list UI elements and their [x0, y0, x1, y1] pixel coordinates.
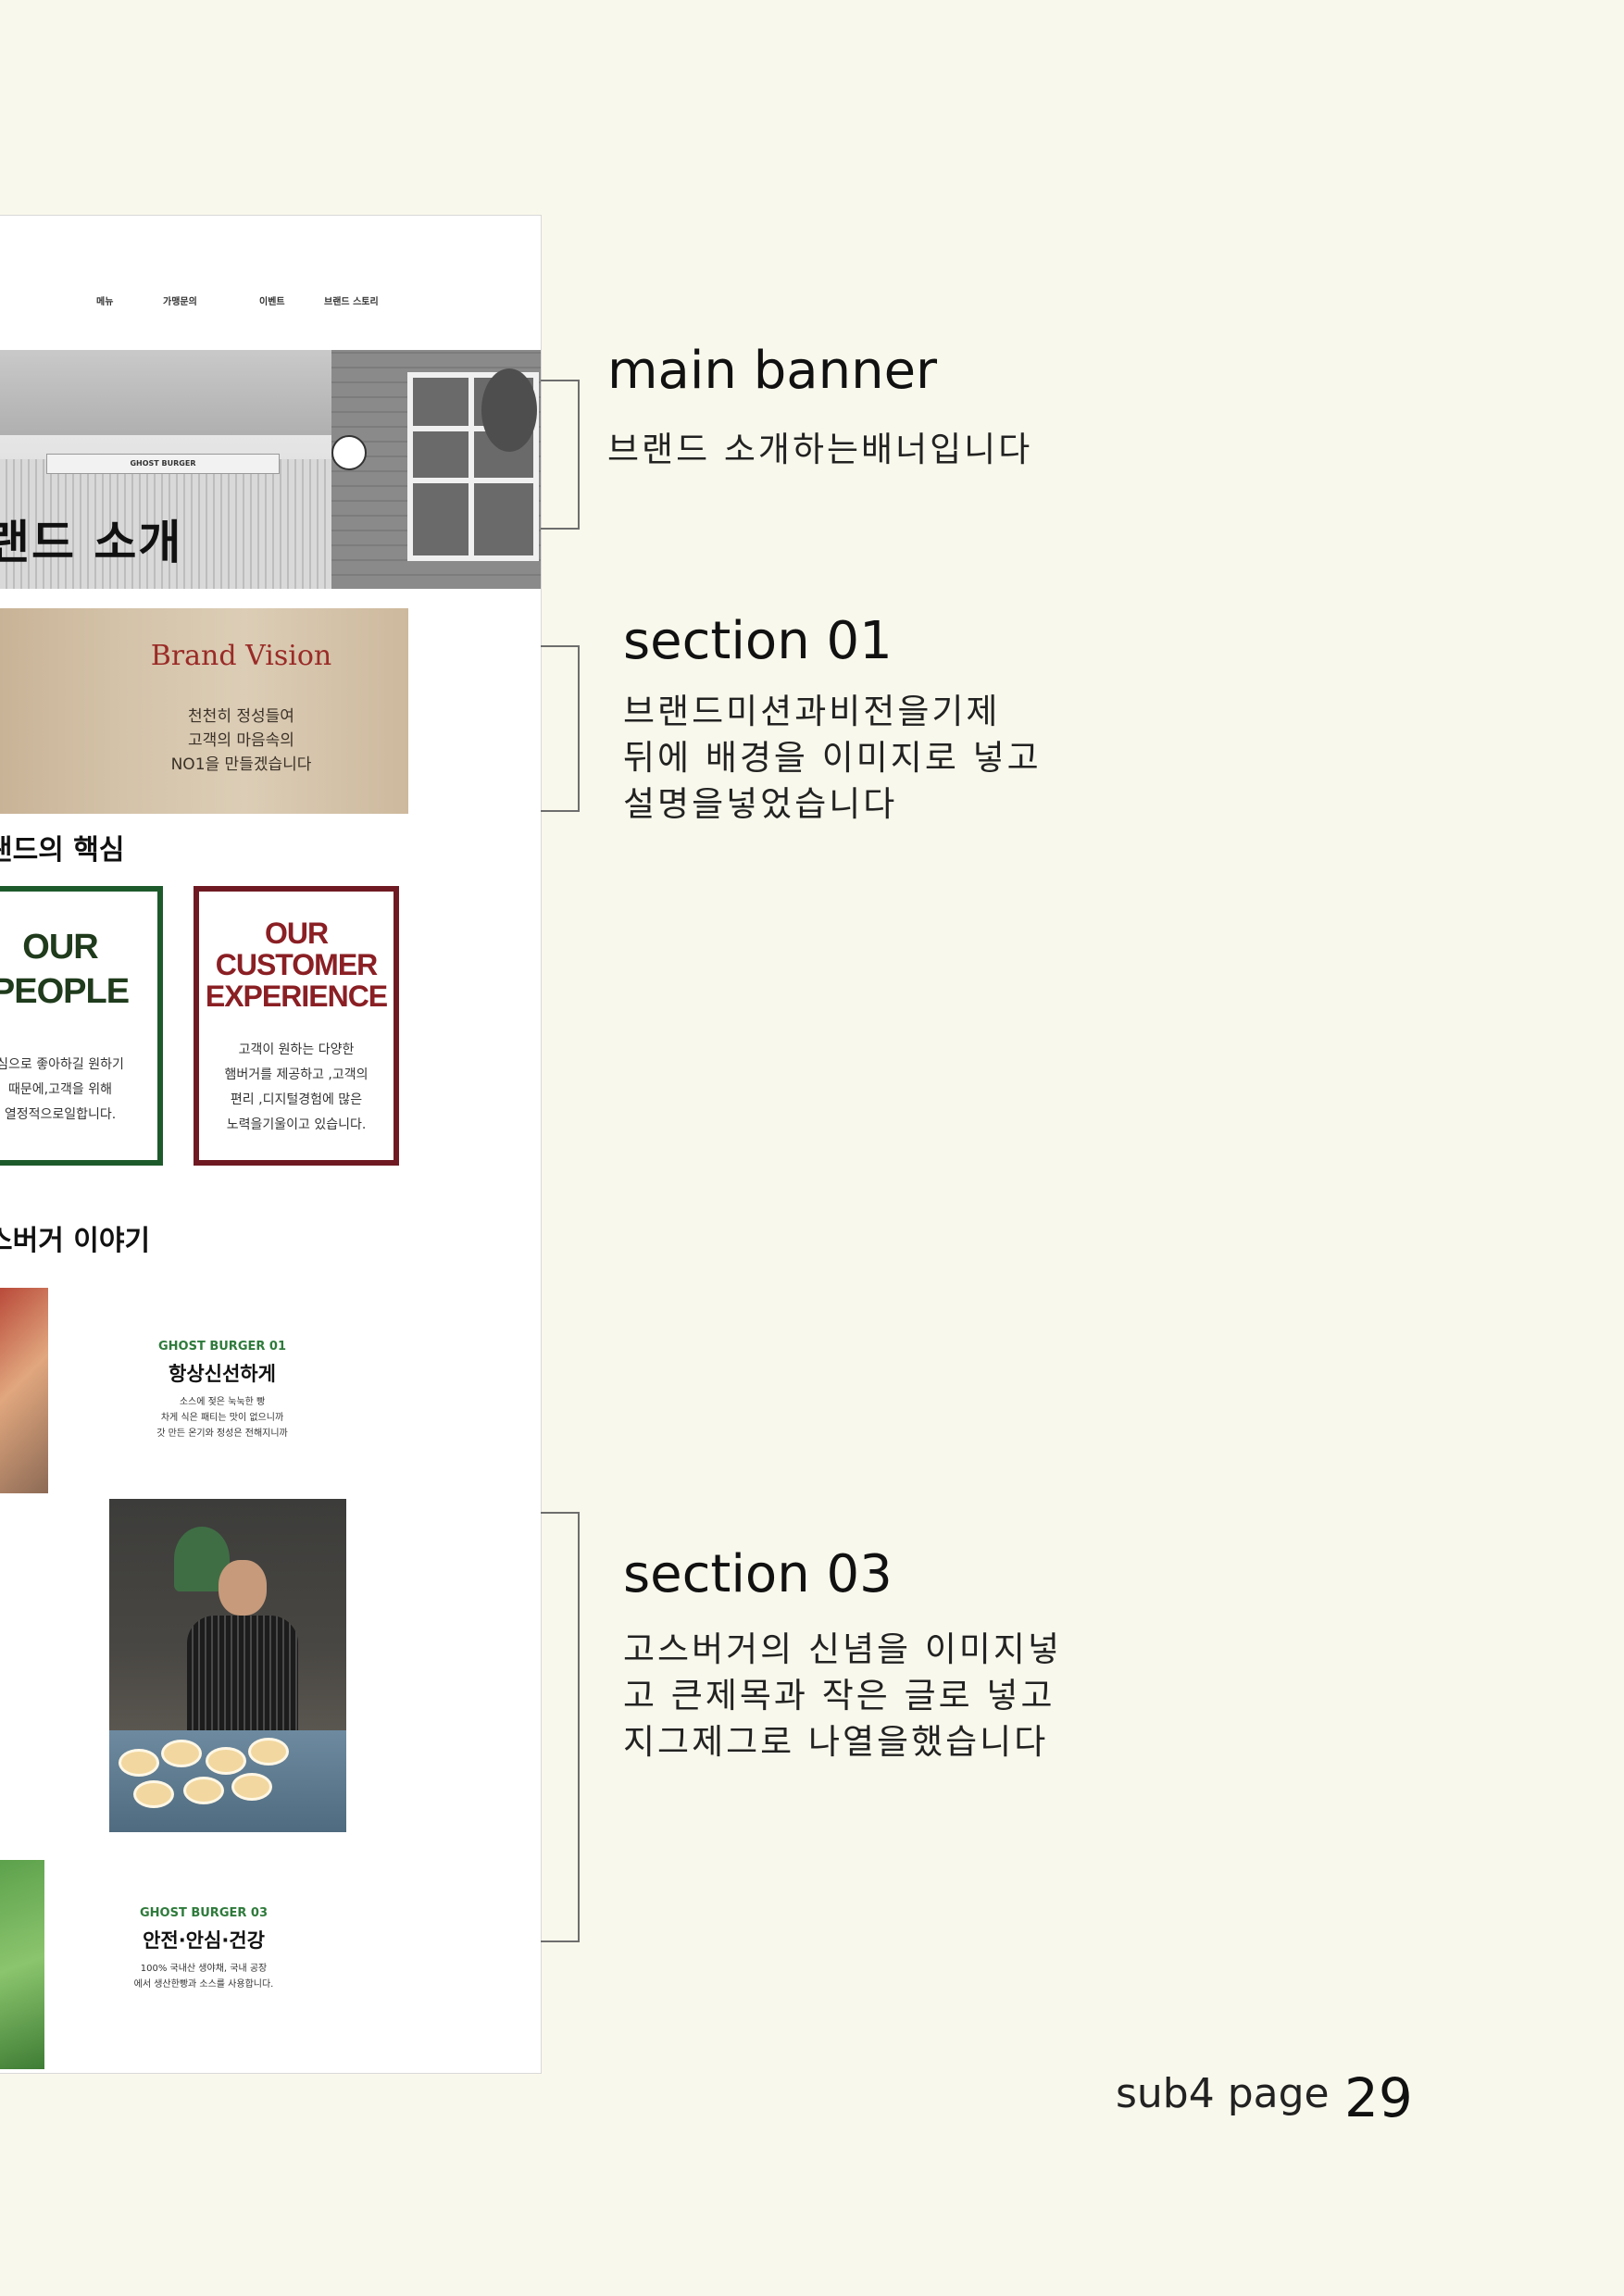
egg-burger	[119, 1749, 159, 1777]
egg-burger	[133, 1780, 174, 1808]
nav-item-franchise[interactable]: 가맹문의	[163, 293, 197, 307]
banner-title: 랜드 소개	[0, 516, 183, 569]
footer-label: sub4 page	[1116, 2070, 1330, 2117]
people-card-description: 심으로 좋아하길 원하기 때문에,고객을 위해 열정적으로일합니다.	[0, 1057, 124, 1122]
core-heading: 랜드의 핵심	[0, 834, 125, 867]
burger-photo	[0, 1288, 48, 1493]
customer-card: OUR CUSTOMER EXPERIENCE 고객이 원하는 다양한 햄버거를…	[194, 886, 399, 1166]
nav-item-menu[interactable]: 메뉴	[96, 293, 113, 307]
page-number: 29	[1344, 2066, 1413, 2129]
story-heading: 스버거 이야기	[0, 1225, 151, 1257]
story-item: GHOST BURGER 03 안전·안심·건강 100% 국내산 생야채, 국…	[111, 1906, 296, 1992]
website-mockup: 메뉴 가맹문의 이벤트 브랜드 스토리 GHOST BURGER 랜드 소개 B…	[0, 215, 542, 2074]
bracket-main-banner	[541, 380, 580, 530]
egg-burger	[231, 1773, 272, 1801]
annotation-description: 고스버거의 신념을 이미지넣 고 큰제목과 작은 글로 넣고 지그제그로 나열을…	[623, 1629, 1063, 1762]
customer-card-title: OUR CUSTOMER EXPERIENCE	[205, 917, 388, 1013]
story-item: GHOST BURGER 01 항상신선하게 소스에 젖은 눅눅한 빵 차게 식…	[130, 1340, 315, 1441]
story-label: GHOST BURGER 03	[139, 1906, 268, 1920]
nav-item-event[interactable]: 이벤트	[259, 293, 285, 307]
chef-head	[219, 1560, 267, 1616]
egg-burger	[161, 1740, 202, 1767]
egg-burger	[206, 1747, 246, 1775]
people-card: OUR PEOPLE 심으로 좋아하길 원하기 때문에,고객을 위해 열정적으로…	[0, 886, 163, 1166]
story-title: 항상신선하게	[169, 1363, 276, 1385]
annotation-title: section 03	[623, 1544, 893, 1604]
nav-item-brand-story[interactable]: 브랜드 스토리	[324, 293, 379, 307]
main-banner: GHOST BURGER 랜드 소개	[0, 350, 541, 589]
brand-vision-section: Brand Vision 천천히 정성들여 고객의 마음속의 NO1을 만들겠습…	[0, 608, 408, 814]
story-description: 100% 국내산 생야채, 국내 공장 에서 생산한빵과 소스를 사용합니다.	[133, 1964, 274, 1990]
annotation-description: 브랜드미션과비전을기제 뒤에 배경을 이미지로 넣고 설명을넣었습니다	[623, 692, 1042, 824]
annotation-description: 브랜드 소개하는배너입니다	[607, 430, 1033, 469]
vegetable-photo	[0, 1860, 44, 2069]
bracket-section-01	[541, 645, 580, 812]
brand-logo	[331, 435, 367, 470]
annotation-title: section 01	[623, 611, 893, 671]
annotation-title: main banner	[607, 341, 938, 401]
people-card-title: OUR PEOPLE	[0, 928, 130, 1011]
chef-photo	[109, 1499, 346, 1832]
story-title: 안전·안심·건강	[143, 1929, 265, 1952]
vision-title: Brand Vision	[150, 640, 332, 672]
egg-burger	[248, 1738, 289, 1766]
bracket-section-03	[541, 1512, 580, 1942]
tree-image	[481, 368, 537, 452]
egg-burger	[183, 1777, 224, 1804]
story-label: GHOST BURGER 01	[157, 1340, 286, 1354]
story-description: 소스에 젖은 눅눅한 빵 차게 식은 패티는 맛이 없으니까 갓 만든 온기와 …	[156, 1397, 288, 1439]
customer-card-description: 고객이 원하는 다양한 햄버거를 제공하고 ,고객의 편리 ,디지털경험에 많은…	[224, 1042, 369, 1132]
vision-description: 천천히 정성들여 고객의 마음속의 NO1을 만들겠습니다	[170, 707, 312, 774]
storefront-sign: GHOST BURGER	[46, 454, 280, 474]
